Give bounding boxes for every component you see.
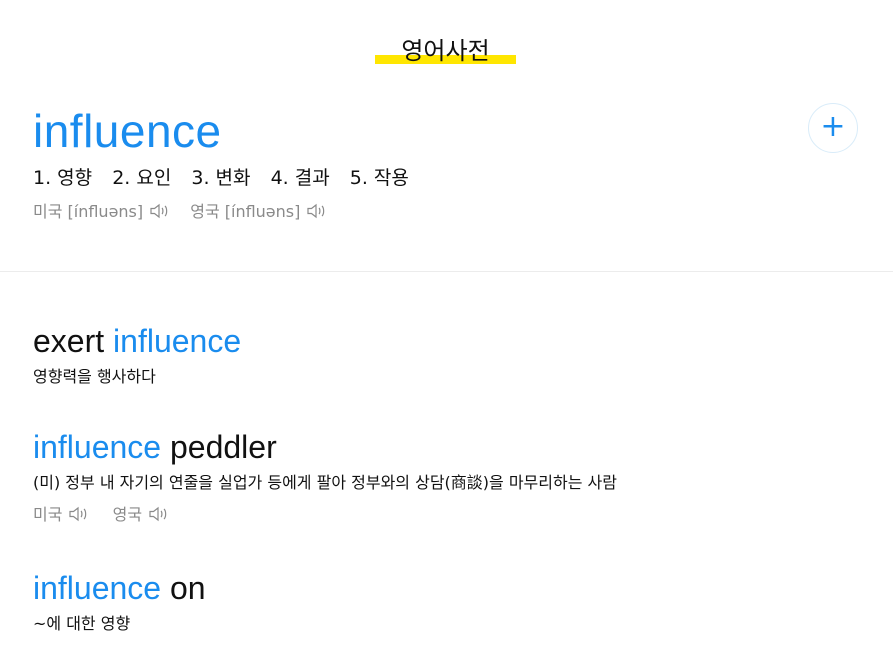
speaker-icon[interactable] [148,506,170,522]
phrase-title: influence peddler [33,427,873,467]
meaning-item: 3. 변화 [191,167,251,189]
phrase-title: influence on [33,568,873,608]
pronunciation-us-label: 미국 [ínfluəns] [33,202,144,221]
meaning-item: 5. 작용 [349,167,409,189]
plus-icon: + [820,109,846,144]
pronunciation-row: 미국 [ínfluəns] 영국 [ínfluəns] [33,200,342,224]
page-title: 영어사전 [401,37,490,65]
pronunciation-us: 미국 [ínfluəns] [33,202,176,221]
speaker-icon[interactable] [68,506,90,522]
phrase-meaning: ~에 대한 영향 [33,614,131,633]
meaning-item: 1. 영향 [33,167,93,189]
phrase-pronunciation-row: 미국 영국 [33,503,873,527]
phrase-item[interactable]: influence on ~에 대한 영향 [33,568,873,636]
phrase-pre: exert [33,323,114,359]
phrase-post: peddler [161,429,277,465]
section-divider [0,271,893,272]
phrase-post: on [161,570,206,606]
phrase-highlight: influence [33,570,162,606]
meaning-item: 4. 결과 [270,167,330,189]
phrase-highlight: influence [33,429,162,465]
speaker-icon[interactable] [149,203,171,219]
pronunciation-uk: 영국 [ínfluəns] [190,202,328,221]
meaning-list: 1. 영향 2. 요인 3. 변화 4. 결과 5. 작용 [33,165,423,191]
meaning-item: 2. 요인 [112,167,172,189]
phrase-item[interactable]: influence peddler (미) 정부 내 자기의 연줄을 실업가 등… [33,427,873,527]
speaker-icon[interactable] [306,203,328,219]
phrase-pron-us: 미국 [33,505,63,524]
phrase-pron-uk: 영국 [112,505,143,524]
phrase-meaning: (미) 정부 내 자기의 연줄을 실업가 등에게 팔아 정부와의 상담(商談)을… [33,473,617,492]
phrase-highlight: influence [113,323,242,359]
entry-word: influence [33,105,222,157]
phrase-meaning: 영향력을 행사하다 [33,367,156,386]
pronunciation-uk-label: 영국 [ínfluəns] [190,202,301,221]
add-to-wordbook-button[interactable]: + [808,103,858,153]
phrase-title: exert influence [33,321,873,361]
page-title-wrap: 영어사전 [375,34,516,68]
phrase-item[interactable]: exert influence 영향력을 행사하다 [33,321,873,389]
entry-card: influence + 1. 영향 2. 요인 3. 변화 4. 결과 5. 작… [0,95,893,271]
header: 영어사전 [0,0,893,80]
